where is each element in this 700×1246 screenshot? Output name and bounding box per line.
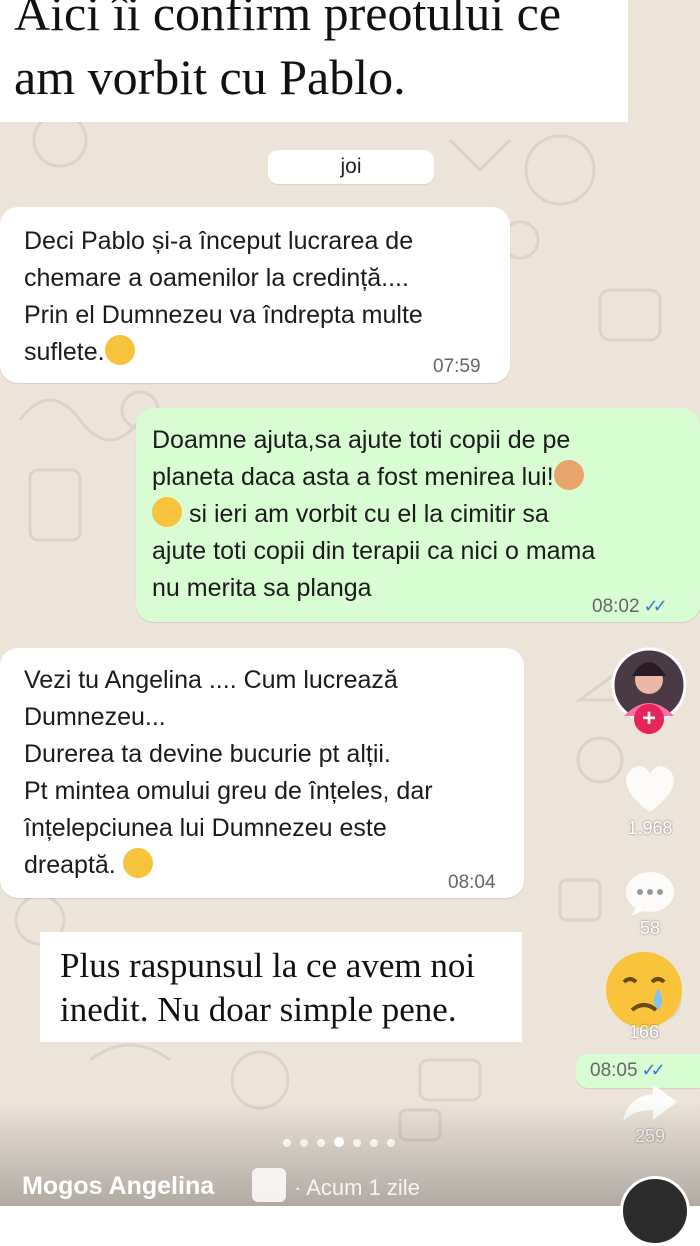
message-text: Prin el Dumnezeu va îndrepta multe bbox=[24, 301, 423, 329]
message-text: dreaptă. bbox=[24, 847, 153, 884]
carousel-dot[interactable] bbox=[317, 1139, 325, 1147]
caption-line: inedit. Nu doar simple pene. bbox=[60, 990, 457, 1029]
date-separator: joi bbox=[268, 150, 434, 184]
message-text-end: dreaptă. bbox=[24, 851, 116, 879]
comments-button[interactable]: 58 bbox=[615, 868, 685, 946]
message-text: ajute toti copii din terapii ca nici o m… bbox=[152, 537, 596, 565]
message-bubble-outgoing[interactable]: Doamne ajuta,sa ajute toti copii de pe p… bbox=[136, 408, 700, 622]
post-time-ago: · Acum 1 zile bbox=[294, 1175, 420, 1200]
carousel-dot-active[interactable] bbox=[334, 1137, 344, 1147]
message-text: chemare a oamenilor la credință.... bbox=[24, 264, 409, 292]
message-time-value: 08:05 bbox=[590, 1060, 638, 1081]
message-time: 07:59 bbox=[433, 356, 481, 377]
comment-icon bbox=[626, 872, 674, 916]
photo-mode-icon bbox=[252, 1168, 286, 1202]
message-text: Pt mintea omului greu de înțeles, dar bbox=[24, 777, 433, 805]
message-time-value: 08:02 bbox=[592, 596, 640, 617]
heart-icon bbox=[626, 766, 674, 812]
message-time: 08:05 ✓✓ bbox=[590, 1060, 666, 1082]
hugging-face-icon bbox=[104, 335, 135, 365]
message-text-part: si ieri am vorbit cu el la cimitir sa bbox=[182, 500, 549, 528]
carousel-dot[interactable] bbox=[283, 1139, 291, 1147]
hugging-face-icon bbox=[122, 848, 153, 878]
carousel-dot[interactable] bbox=[300, 1139, 308, 1147]
reaction-count: 166 bbox=[628, 1022, 660, 1042]
message-text-part: planeta daca asta a fost menirea lui! bbox=[152, 463, 554, 491]
message-text: Deci Pablo și-a început lucrarea de bbox=[24, 227, 414, 255]
creator-username[interactable]: Mogos Angelina bbox=[22, 1172, 214, 1201]
message-text: înțelepciunea lui Dumnezeu este bbox=[24, 814, 387, 842]
message-bubble-incoming[interactable]: Deci Pablo și-a început lucrarea de chem… bbox=[0, 207, 510, 383]
message-text: si ieri am vorbit cu el la cimitir sa bbox=[152, 496, 549, 533]
carousel-dot[interactable] bbox=[353, 1139, 361, 1147]
message-time: 08:04 bbox=[448, 872, 496, 893]
folded-hands-icon bbox=[553, 460, 584, 490]
read-ticks-icon: ✓✓ bbox=[641, 1060, 666, 1080]
message-text: Vezi tu Angelina .... Cum lucrează bbox=[24, 666, 398, 694]
message-text: Durerea ta devine bucurie pt alții. bbox=[24, 740, 391, 768]
crying-face-icon bbox=[606, 952, 682, 1028]
message-time: 08:02 ✓✓ bbox=[592, 596, 668, 618]
caption-line: am vorbit cu Pablo. bbox=[14, 49, 406, 105]
message-text: Doamne ajuta,sa ajute toti copii de pe bbox=[152, 426, 571, 454]
like-button[interactable]: 1.968 bbox=[615, 760, 685, 850]
follow-plus-button[interactable]: + bbox=[634, 704, 664, 734]
carousel-dot[interactable] bbox=[387, 1139, 395, 1147]
carousel-dots[interactable] bbox=[283, 1134, 404, 1152]
message-text: planeta daca asta a fost menirea lui! bbox=[152, 459, 584, 496]
carousel-dot[interactable] bbox=[370, 1139, 378, 1147]
pleading-face-icon bbox=[152, 497, 182, 527]
caption-line: Plus raspunsul la ce avem noi bbox=[60, 946, 476, 985]
message-text: Dumnezeu... bbox=[24, 703, 166, 731]
message-bubble-incoming[interactable]: Vezi tu Angelina .... Cum lucrează Dumne… bbox=[0, 648, 524, 898]
reaction-button[interactable]: 166 bbox=[596, 946, 692, 1042]
caption-line: Aici îi confirm preotului ce bbox=[14, 0, 562, 41]
like-count: 1.968 bbox=[627, 818, 673, 838]
message-text-end: suflete. bbox=[24, 338, 105, 366]
story-caption-bottom: Plus raspunsul la ce avem noi inedit. Nu… bbox=[40, 932, 522, 1042]
music-disc-icon[interactable] bbox=[620, 1176, 690, 1246]
read-ticks-icon: ✓✓ bbox=[643, 596, 668, 616]
message-text: suflete. bbox=[24, 334, 135, 371]
message-text: nu merita sa planga bbox=[152, 574, 372, 602]
story-caption-top: Aici îi confirm preotului ce am vorbit c… bbox=[0, 0, 628, 122]
comment-count: 58 bbox=[639, 918, 661, 938]
